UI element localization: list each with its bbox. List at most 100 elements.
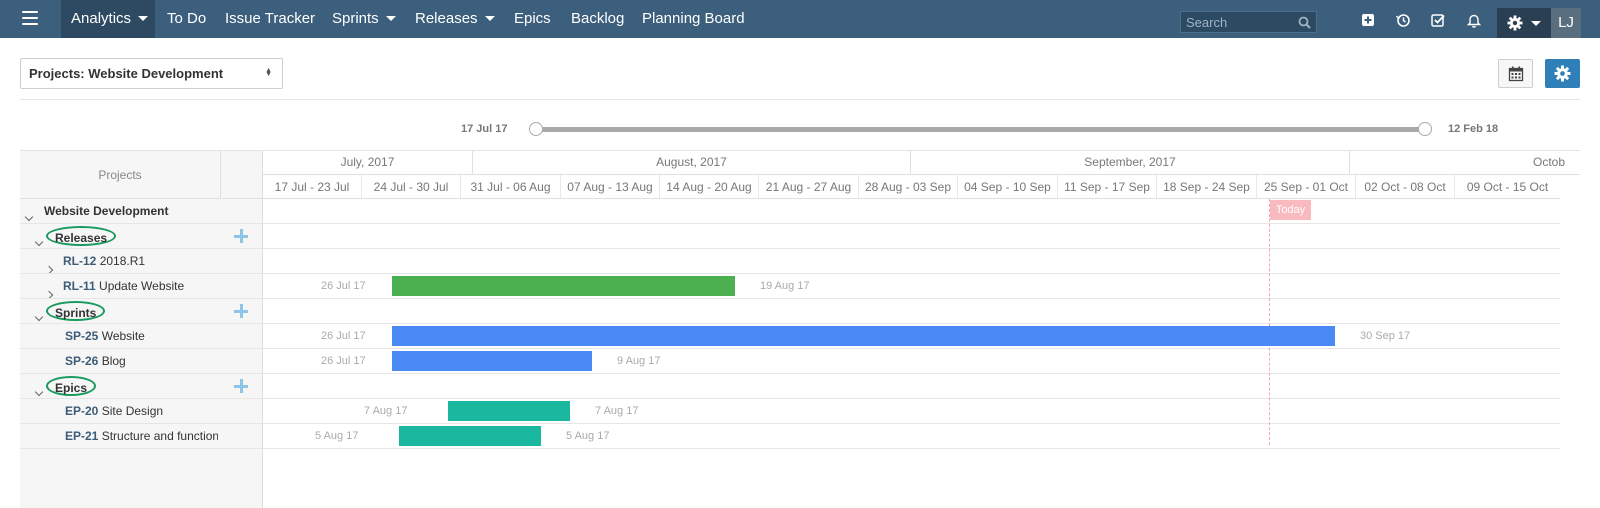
nav-issue-tracker[interactable]: Issue Tracker	[225, 0, 315, 38]
add-release-plus-icon[interactable]	[234, 229, 248, 243]
range-start-handle[interactable]	[529, 122, 543, 136]
month-header: August, 2017	[473, 151, 911, 175]
bar-end-date: 7 Aug 17	[595, 405, 639, 417]
bell-icon[interactable]	[1466, 12, 1482, 28]
projects-column-header-spacer	[222, 151, 263, 199]
week-header: 24 Jul - 30 Jul	[362, 175, 461, 199]
week-header: 21 Aug - 27 Aug	[759, 175, 859, 199]
nav-analytics[interactable]: Analytics	[61, 0, 155, 38]
epic-ep21-bar[interactable]	[399, 426, 541, 446]
week-header: 31 Jul - 06 Aug	[461, 175, 561, 199]
timeline-row	[263, 374, 1560, 399]
bar-end-date: 19 Aug 17	[760, 280, 810, 292]
bar-start-date: 5 Aug 17	[315, 430, 359, 442]
tree-row-ep20: EP-20 Site Design	[20, 399, 263, 424]
sprint-sp26-bar[interactable]	[392, 351, 592, 371]
gantt-settings-button[interactable]	[1545, 59, 1580, 88]
date-range-track[interactable]	[535, 127, 1425, 132]
week-header: 11 Sep - 17 Sep	[1058, 175, 1157, 199]
chevron-down-icon[interactable]	[34, 229, 46, 247]
epic-ep20-link[interactable]: EP-20 Site Design	[65, 399, 163, 423]
timeline-row	[263, 249, 1560, 274]
tree-row-ep21: EP-21 Structure and functions	[20, 424, 263, 449]
timeline-row	[263, 199, 1560, 224]
nav-planning-board[interactable]: Planning Board	[642, 0, 745, 38]
timeline-row	[263, 299, 1560, 324]
nav-sprints-label: Sprints	[332, 10, 379, 27]
chevron-down-icon	[138, 15, 149, 21]
tree-row-epics-group: Epics	[20, 374, 263, 399]
chevron-right-icon[interactable]	[44, 257, 56, 273]
epics-group-label: Epics	[46, 376, 97, 396]
today-line	[1269, 199, 1270, 445]
chevron-down-icon[interactable]	[34, 379, 46, 397]
week-header: 09 Oct - 15 Oct	[1455, 175, 1560, 199]
range-end-label: 12 Feb 18	[1448, 123, 1499, 135]
sprint-sp26-link[interactable]: SP-26 Blog	[65, 349, 126, 373]
toolbar-divider	[20, 99, 1580, 100]
tree-row-sprints-group: Sprints	[20, 299, 263, 324]
add-epic-plus-icon[interactable]	[234, 379, 248, 393]
week-header: 25 Sep - 01 Oct	[1257, 175, 1356, 199]
history-icon[interactable]	[1395, 12, 1411, 28]
user-avatar[interactable]: LJ	[1551, 8, 1581, 38]
check-square-icon[interactable]	[1430, 12, 1446, 28]
tree-row-releases-group: Releases	[20, 224, 263, 249]
gantt-timeline: July, 2017 August, 2017 September, 2017 …	[263, 150, 1580, 508]
search-box	[1180, 11, 1317, 33]
epic-ep21-link[interactable]: EP-21 Structure and functions	[65, 424, 218, 448]
gear-icon	[1554, 65, 1571, 82]
nav-sprints[interactable]: Sprints	[332, 0, 396, 38]
projects-column-header: Projects	[20, 151, 221, 199]
project-name[interactable]: Website Development	[44, 199, 168, 223]
sprint-sp25-bar[interactable]	[392, 326, 1335, 346]
releases-group-label: Releases	[46, 226, 117, 246]
month-header: September, 2017	[911, 151, 1350, 175]
month-header: July, 2017	[263, 151, 473, 175]
range-start-label: 17 Jul 17	[461, 123, 508, 135]
item-key: SP-25	[65, 329, 99, 343]
project-select[interactable]: Projects: Website Development ▲ ▼	[20, 58, 283, 89]
search-input[interactable]	[1181, 12, 1293, 32]
release-rl11-link[interactable]: RL-11 Update Website	[63, 274, 184, 298]
chevron-right-icon[interactable]	[44, 282, 56, 298]
week-header: 17 Jul - 23 Jul	[263, 175, 362, 199]
sprint-sp25-link[interactable]: SP-25 Website	[65, 324, 145, 348]
release-rl12-link[interactable]: RL-12 2018.R1	[63, 249, 146, 273]
item-key: SP-26	[65, 354, 99, 368]
chevron-down-icon	[484, 15, 495, 21]
bar-start-date: 26 Jul 17	[321, 330, 366, 342]
release-rl11-bar[interactable]	[392, 276, 735, 296]
bar-start-date: 26 Jul 17	[321, 280, 366, 292]
search-icon[interactable]	[1298, 16, 1311, 29]
epic-ep20-bar[interactable]	[448, 401, 570, 421]
bar-end-date: 9 Aug 17	[617, 355, 661, 367]
week-header: 02 Oct - 08 Oct	[1356, 175, 1455, 199]
item-name: 2018.R1	[99, 254, 146, 268]
nav-epics[interactable]: Epics	[514, 0, 551, 38]
gantt-project-tree: Projects Website Development Releases RL…	[20, 150, 263, 508]
nav-releases-label: Releases	[415, 10, 478, 27]
bar-start-date: 7 Aug 17	[364, 405, 408, 417]
nav-todo[interactable]: To Do	[167, 0, 206, 38]
add-sprint-plus-icon[interactable]	[234, 304, 248, 318]
calendar-button[interactable]	[1498, 59, 1533, 88]
hamburger-menu-icon[interactable]	[22, 11, 38, 25]
nav-releases[interactable]: Releases	[415, 0, 495, 38]
chevron-down-icon[interactable]	[34, 304, 46, 322]
nav-backlog[interactable]: Backlog	[571, 0, 624, 38]
bar-end-date: 5 Aug 17	[566, 430, 610, 442]
tree-row-project: Website Development	[20, 199, 263, 224]
select-arrows-icon: ▲ ▼	[265, 67, 272, 78]
settings-menu[interactable]	[1497, 8, 1551, 38]
item-key: RL-12	[63, 254, 97, 268]
range-end-handle[interactable]	[1418, 122, 1432, 136]
project-select-value: Projects: Website Development	[29, 66, 224, 81]
plus-square-icon[interactable]	[1360, 12, 1376, 28]
tree-row-sp26: SP-26 Blog	[20, 349, 263, 374]
week-header: 28 Aug - 03 Sep	[859, 175, 958, 199]
week-header: 07 Aug - 13 Aug	[561, 175, 660, 199]
chevron-down-icon	[1531, 21, 1541, 26]
item-key: EP-20	[65, 404, 99, 418]
chevron-down-icon[interactable]	[24, 204, 36, 222]
